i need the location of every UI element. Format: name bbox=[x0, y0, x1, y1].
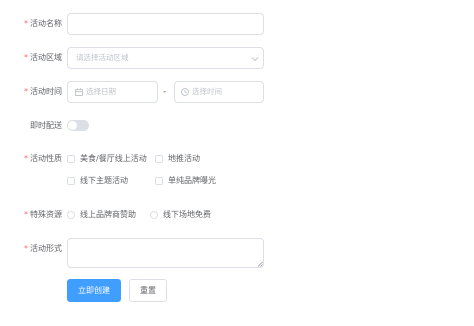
required-mark: * bbox=[24, 87, 28, 96]
required-mark: * bbox=[24, 154, 28, 163]
form-item-time: * 活动时间 选择日期 - 选择时间 bbox=[0, 81, 474, 103]
reset-button[interactable]: 重置 bbox=[129, 279, 167, 302]
form-item-name: * 活动名称 bbox=[0, 13, 474, 35]
desc-label: * 活动形式 bbox=[24, 244, 62, 254]
checkbox-box bbox=[67, 177, 75, 185]
resource-radio-sponsor[interactable]: 线上品牌商赞助 bbox=[67, 210, 143, 220]
type-checkbox-promotion[interactable]: 地推活动 bbox=[155, 154, 205, 164]
delivery-switch[interactable] bbox=[67, 120, 89, 131]
checkbox-box bbox=[155, 155, 163, 163]
name-input[interactable] bbox=[67, 13, 264, 35]
region-label-text: 活动区域 bbox=[30, 53, 62, 62]
range-separator: - bbox=[163, 87, 167, 97]
type-label: * 活动性质 bbox=[24, 154, 62, 164]
checkbox-box bbox=[67, 155, 75, 163]
date-picker[interactable]: 选择日期 bbox=[67, 81, 158, 103]
form-item-resource: * 特殊资源 线上品牌商赞助 线下场地免费 bbox=[0, 209, 474, 221]
switch-knob bbox=[68, 121, 77, 130]
type-checkbox-online[interactable]: 美食/餐厅线上活动 bbox=[67, 154, 151, 164]
resource-radio-venue[interactable]: 线下场地免费 bbox=[150, 210, 214, 220]
checkbox-box bbox=[155, 177, 163, 185]
region-select[interactable]: 请选择活动区域 bbox=[67, 47, 264, 69]
clock-icon bbox=[181, 88, 189, 96]
checkbox-label: 地推活动 bbox=[168, 154, 200, 163]
form-item-desc: * 活动形式 bbox=[0, 238, 474, 268]
resize-handle-icon[interactable] bbox=[257, 261, 263, 267]
desc-textarea[interactable] bbox=[67, 238, 264, 268]
chevron-down-icon bbox=[251, 57, 259, 62]
time-placeholder: 选择时间 bbox=[192, 87, 222, 96]
checkbox-label: 美食/餐厅线上活动 bbox=[80, 154, 147, 163]
region-label: * 活动区域 bbox=[24, 53, 62, 63]
time-label-text: 活动时间 bbox=[30, 87, 62, 96]
resource-label-text: 特殊资源 bbox=[30, 210, 62, 219]
required-mark: * bbox=[24, 210, 28, 219]
radio-circle bbox=[150, 211, 158, 219]
required-mark: * bbox=[24, 19, 28, 28]
time-picker[interactable]: 选择时间 bbox=[174, 81, 264, 103]
name-label: * 活动名称 bbox=[24, 19, 62, 29]
required-mark: * bbox=[24, 53, 28, 62]
form-item-type: * 活动性质 美食/餐厅线上活动 地推活动 线下主题活动 单纯品牌曝光 bbox=[0, 153, 474, 189]
radio-label: 线下场地免费 bbox=[163, 210, 211, 219]
name-label-text: 活动名称 bbox=[30, 19, 62, 28]
type-checkbox-brand[interactable]: 单纯品牌曝光 bbox=[155, 176, 217, 186]
desc-label-text: 活动形式 bbox=[30, 244, 62, 253]
region-placeholder: 请选择活动区域 bbox=[76, 53, 129, 62]
resource-label: * 特殊资源 bbox=[24, 210, 62, 220]
calendar-icon bbox=[75, 88, 83, 96]
checkbox-label: 单纯品牌曝光 bbox=[168, 176, 216, 185]
delivery-label: 即时配送 bbox=[30, 121, 62, 130]
required-mark: * bbox=[24, 244, 28, 253]
form-item-region: * 活动区域 请选择活动区域 bbox=[0, 47, 474, 69]
form-item-delivery: 即时配送 bbox=[0, 120, 474, 132]
type-checkbox-offline[interactable]: 线下主题活动 bbox=[67, 176, 131, 186]
type-label-text: 活动性质 bbox=[30, 154, 62, 163]
submit-button[interactable]: 立即创建 bbox=[67, 279, 121, 302]
time-label: * 活动时间 bbox=[24, 87, 62, 97]
radio-label: 线上品牌商赞助 bbox=[80, 210, 136, 219]
date-placeholder: 选择日期 bbox=[86, 87, 116, 96]
radio-circle bbox=[67, 211, 75, 219]
checkbox-label: 线下主题活动 bbox=[80, 176, 128, 185]
